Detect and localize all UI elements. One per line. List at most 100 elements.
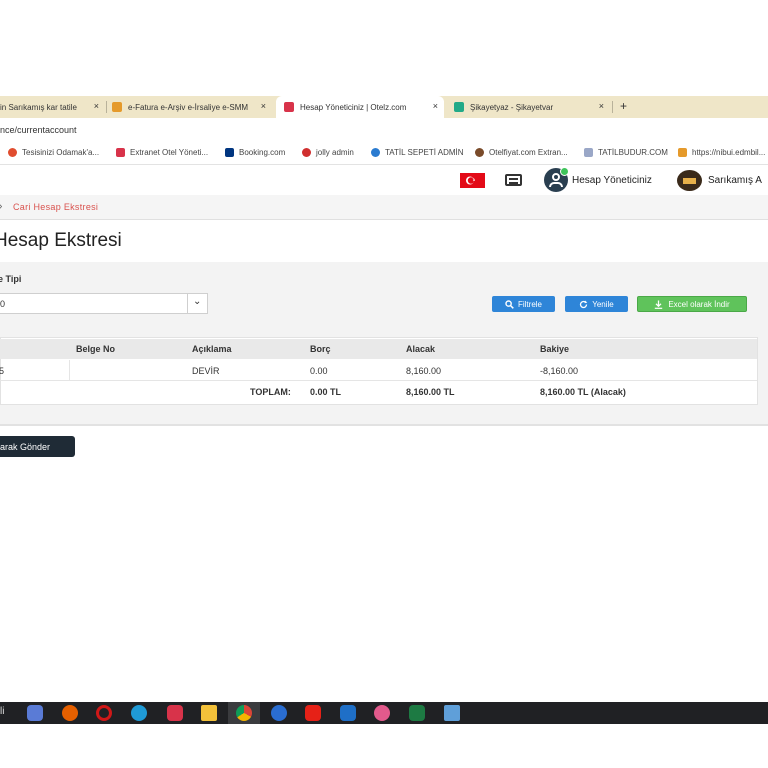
total-alacak: 8,160.00 TL [406, 387, 455, 397]
bookmark-item[interactable]: Extranet Otel Yöneti... [116, 148, 208, 157]
filter-button-label: Filtrele [517, 299, 542, 309]
bookmark-item[interactable]: Booking.com [225, 148, 285, 157]
breadcrumb-current[interactable]: Cari Hesap Ekstresi [13, 202, 98, 212]
taskbar-left-text: li [0, 706, 5, 717]
tab-title: in Sarıkamış kar tatile [0, 102, 77, 112]
column-header-bakiye[interactable]: Bakiye [540, 344, 569, 354]
bookmark-item[interactable]: https://nibui.edmbil... [678, 148, 765, 157]
bookmark-label: Extranet Otel Yöneti... [130, 148, 209, 157]
tab-title: Şikayetyaz - Şikayetvar [470, 102, 554, 112]
bookmark-label: Otelfiyat.com Extran... [489, 148, 568, 157]
row-cell-borc: 0.00 [310, 366, 328, 376]
user-avatar-icon[interactable] [544, 167, 569, 192]
huawei-icon[interactable] [167, 705, 183, 721]
bookmark-label: Booking.com [239, 148, 286, 157]
bookmark-item[interactable]: jolly admin [302, 148, 354, 157]
chevron-right-icon: › [0, 201, 2, 212]
close-tab-icon[interactable]: × [94, 101, 99, 111]
new-tab-button[interactable]: + [620, 99, 627, 113]
url-text[interactable]: nce/currentaccount [0, 125, 77, 135]
sikayetvar-favicon-icon [454, 102, 464, 112]
opera-icon[interactable] [96, 705, 112, 721]
turkish-flag-icon[interactable] [460, 173, 485, 188]
otelz-favicon-icon [284, 102, 294, 112]
table-row [0, 360, 757, 381]
bookmark-label: https://nibui.edmbil... [692, 148, 766, 157]
app-header [0, 165, 768, 196]
select-value: 0 [0, 299, 6, 309]
page-favicon-icon [584, 148, 593, 157]
total-bakiye: 8,160.00 TL (Alacak) [540, 387, 626, 397]
total-borc: 0.00 TL [310, 387, 342, 397]
browser-tab-active[interactable]: Hesap Yöneticiniz | Otelz.com × [276, 96, 444, 118]
efatura-favicon-icon [112, 102, 122, 112]
outlook-icon[interactable] [340, 705, 356, 721]
odamak-favicon-icon [8, 148, 17, 157]
close-tab-icon[interactable]: × [261, 101, 266, 111]
chevron-down-icon: ⌄ [193, 296, 202, 307]
bookmark-item[interactable]: TATİLBUDUR.COM [584, 148, 668, 157]
type-label: e Tipi [0, 274, 22, 284]
tab-divider [612, 101, 613, 113]
hotel-name[interactable]: Sarıkamış A [708, 175, 762, 186]
jolly-favicon-icon [302, 148, 311, 157]
tab-title: Hesap Yöneticiniz | Otelz.com [300, 102, 407, 112]
bookmark-item[interactable]: Tesisinizi Odamak'a... [8, 148, 99, 157]
otelz-favicon-icon [116, 148, 125, 157]
hotel-avatar-icon[interactable] [677, 170, 702, 191]
breadcrumb [0, 195, 768, 220]
type-select[interactable]: 0 ⌄ [0, 293, 208, 314]
select-divider [187, 294, 188, 313]
send-button[interactable]: arak Gönder [0, 436, 75, 457]
bookmark-item[interactable]: Otelfiyat.com Extran... [475, 148, 568, 157]
youtube-icon[interactable] [305, 705, 321, 721]
download-icon [655, 300, 663, 309]
edm-favicon-icon [678, 148, 687, 157]
browser-tab[interactable]: Şikayetyaz - Şikayetvar × [448, 96, 610, 118]
tab-title: e-Fatura e-Arşiv e-İrsaliye e-SMM [128, 102, 249, 112]
row-cell-bakiye: -8,160.00 [540, 366, 579, 376]
file-explorer-icon[interactable] [201, 705, 217, 721]
column-header-borc[interactable]: Borç [310, 344, 331, 354]
refresh-icon [580, 300, 588, 308]
booking-favicon-icon [225, 148, 234, 157]
close-tab-icon[interactable]: × [599, 101, 604, 111]
app-pink-icon[interactable] [374, 705, 390, 721]
address-bar[interactable] [0, 118, 768, 140]
table-total-row [0, 381, 757, 403]
excel-button-label: Excel olarak İndir [668, 299, 730, 309]
close-tab-icon[interactable]: × [433, 101, 438, 111]
edge-icon[interactable] [131, 705, 147, 721]
firefox-icon[interactable] [62, 705, 78, 721]
cell-divider [69, 360, 70, 380]
row-cell-first: 5 [0, 366, 5, 376]
refresh-button-label: Yenile [592, 299, 614, 309]
otelfiyat-favicon-icon [475, 148, 484, 157]
bookmark-label: TATİLBUDUR.COM [598, 148, 668, 157]
bookmark-label: jolly admin [316, 148, 354, 157]
column-header-belge-no[interactable]: Belge No [76, 344, 115, 354]
refresh-button[interactable]: Yenile [565, 296, 628, 312]
notepad-icon[interactable] [444, 705, 460, 721]
column-header-alacak[interactable]: Alacak [406, 344, 435, 354]
total-label: TOPLAM: [250, 387, 291, 397]
browser-tab[interactable]: e-Fatura e-Arşiv e-İrsaliye e-SMM × [112, 96, 272, 118]
excel-icon[interactable] [409, 705, 425, 721]
app-blue-icon[interactable] [271, 705, 287, 721]
copilot-icon[interactable] [27, 705, 43, 721]
bookmark-label: TATİL SEPETİ ADMİN [385, 148, 464, 157]
tab-divider [106, 101, 107, 113]
column-header-aciklama[interactable]: Açıklama [192, 344, 232, 354]
search-icon [505, 299, 514, 309]
card-icon[interactable] [505, 174, 522, 186]
account-name[interactable]: Hesap Yöneticiniz [572, 175, 652, 186]
row-cell-aciklama: DEVİR [192, 366, 220, 376]
filter-button[interactable]: Filtrele [492, 296, 555, 312]
chrome-icon[interactable] [236, 705, 252, 721]
row-cell-alacak: 8,160.00 [406, 366, 442, 376]
page-title: Hesap Ekstresi [0, 230, 122, 251]
bookmark-item[interactable]: TATİL SEPETİ ADMİN [371, 148, 464, 157]
excel-download-button[interactable]: Excel olarak İndir [637, 296, 747, 312]
browser-tab[interactable]: in Sarıkamış kar tatile × [0, 96, 105, 118]
bookmark-label: Tesisinizi Odamak'a... [22, 148, 100, 157]
